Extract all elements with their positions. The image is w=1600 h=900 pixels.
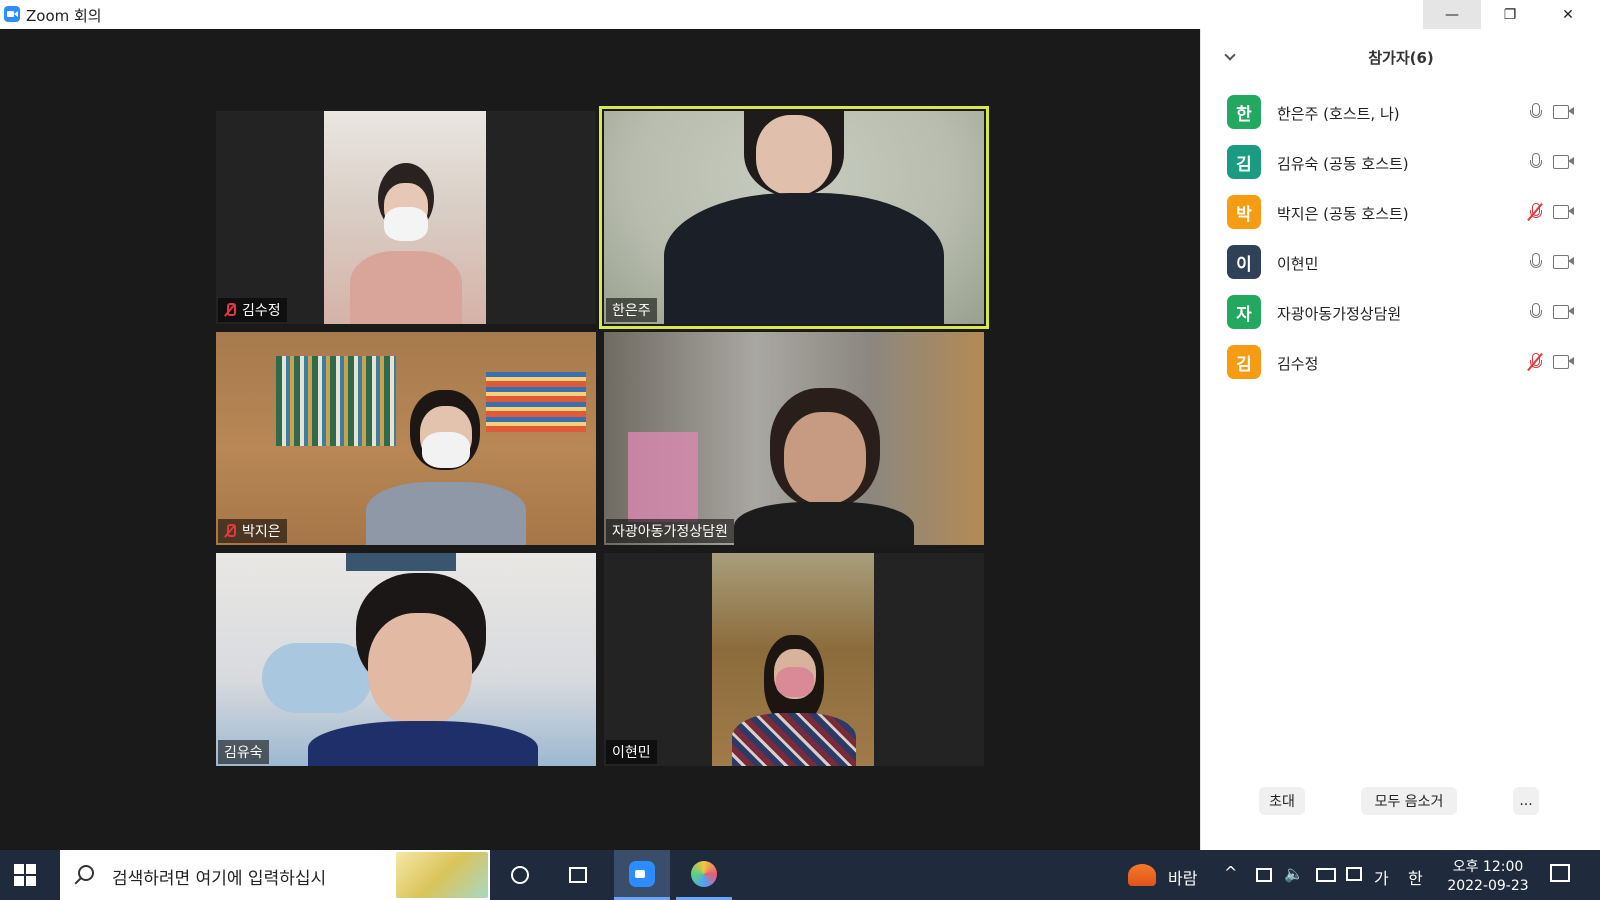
paint-app-icon	[691, 860, 717, 887]
mic-icon[interactable]	[1529, 153, 1542, 171]
windows-taskbar: 검색하려면 여기에 입력하십시 바람 ^ 🔈 가 한 오후 12:00 2022…	[0, 850, 1600, 900]
window-title: Zoom 회의	[26, 7, 102, 25]
video-tile[interactable]: 김수정	[216, 111, 596, 324]
task-view-icon	[569, 867, 587, 883]
battery-icon[interactable]	[1316, 868, 1336, 882]
camera-icon[interactable]	[1553, 105, 1575, 119]
search-placeholder: 검색하려면 여기에 입력하십시	[112, 869, 327, 889]
avatar: 자	[1227, 295, 1261, 329]
participant-row[interactable]: 이 이현민	[1201, 239, 1600, 289]
clock-date[interactable]: 2022-09-23	[1443, 878, 1533, 894]
participant-name-tag: 박지은	[218, 519, 287, 543]
participant-row[interactable]: 김 김수정	[1201, 339, 1600, 389]
mic-muted-icon	[224, 524, 236, 538]
meet-now-icon[interactable]	[1256, 868, 1272, 882]
weather-icon[interactable]	[1128, 864, 1156, 886]
network-icon[interactable]	[1346, 867, 1362, 881]
participant-video-feed	[216, 553, 596, 766]
video-tile[interactable]: 박지은	[216, 332, 596, 545]
video-gallery: 김수정 한은주 박지은 자광아동가정상담원 김유숙 이현민	[0, 29, 1200, 850]
mic-muted-icon[interactable]	[1527, 352, 1543, 372]
camera-icon[interactable]	[1553, 355, 1575, 369]
avatar: 한	[1227, 95, 1261, 129]
minimize-button[interactable]: —	[1423, 0, 1481, 29]
mic-icon[interactable]	[1529, 253, 1542, 271]
ime-mode[interactable]: 가	[1374, 865, 1389, 889]
camera-icon[interactable]	[1553, 155, 1575, 169]
close-button[interactable]: ✕	[1539, 0, 1597, 29]
cortana-icon	[511, 866, 529, 884]
invite-button[interactable]: 초대	[1259, 787, 1305, 815]
participant-video-feed	[604, 332, 984, 545]
video-tile-active-speaker[interactable]: 한은주	[599, 106, 989, 329]
mic-icon[interactable]	[1529, 303, 1542, 321]
mic-muted-icon	[224, 303, 236, 317]
volume-icon[interactable]: 🔈	[1284, 864, 1304, 883]
participant-row[interactable]: 김 김유숙 (공동 호스트)	[1201, 139, 1600, 189]
participant-video-feed	[712, 553, 874, 766]
participant-name-tag: 김유숙	[218, 740, 269, 764]
participant-video-feed	[216, 332, 596, 545]
participant-list-name: 이현민	[1277, 255, 1319, 273]
more-button[interactable]: ...	[1513, 787, 1539, 815]
video-tile[interactable]: 김유숙	[216, 553, 596, 766]
participant-row[interactable]: 한 한은주 (호스트, 나)	[1201, 89, 1600, 139]
participant-name: 자광아동가정상담원	[612, 524, 728, 540]
participant-video-feed	[604, 111, 984, 324]
search-highlight-image	[396, 852, 488, 898]
participants-panel: 참가자(6) 한 한은주 (호스트, 나) 김 김유숙 (공동 호스트) 박 박…	[1200, 29, 1600, 850]
avatar: 박	[1227, 195, 1261, 229]
search-icon	[78, 865, 94, 881]
zoom-logo-icon	[4, 6, 20, 22]
chevron-up-icon[interactable]: ^	[1224, 863, 1237, 882]
participant-name-tag: 한은주	[606, 298, 657, 322]
mute-all-button[interactable]: 모두 음소거	[1361, 787, 1457, 815]
participants-header: 참가자(6)	[1368, 49, 1434, 67]
task-view-button[interactable]	[550, 850, 606, 900]
weather-text[interactable]: 바람	[1168, 865, 1197, 889]
mic-muted-icon[interactable]	[1527, 202, 1543, 222]
participant-name-tag: 김수정	[218, 298, 287, 322]
camera-icon[interactable]	[1553, 205, 1575, 219]
maximize-button[interactable]: ❐	[1481, 0, 1539, 29]
participant-row[interactable]: 자 자광아동가정상담원	[1201, 289, 1600, 339]
participant-list-name: 김수정	[1277, 355, 1319, 373]
cortana-button[interactable]	[492, 850, 548, 900]
avatar: 김	[1227, 345, 1261, 379]
participant-row[interactable]: 박 박지은 (공동 호스트)	[1201, 189, 1600, 239]
participant-name: 이현민	[612, 745, 651, 761]
video-tile[interactable]: 이현민	[604, 553, 984, 766]
zoom-app-icon	[629, 860, 655, 887]
avatar: 김	[1227, 145, 1261, 179]
participant-name: 김유숙	[224, 745, 263, 761]
camera-icon[interactable]	[1553, 305, 1575, 319]
zoom-window: Zoom 회의 — ❐ ✕ 김수정 한은주 박지은 자광아동가정상담원 김유숙 …	[0, 0, 1600, 900]
participant-list-name: 한은주 (호스트, 나)	[1277, 105, 1400, 123]
mic-icon[interactable]	[1529, 103, 1542, 121]
participant-list-name: 자광아동가정상담원	[1277, 305, 1402, 323]
video-tile[interactable]: 자광아동가정상담원	[604, 332, 984, 545]
avatar: 이	[1227, 245, 1261, 279]
participant-name: 한은주	[612, 303, 651, 319]
taskbar-search-box[interactable]: 검색하려면 여기에 입력하십시	[60, 850, 490, 900]
windows-start-icon[interactable]	[14, 864, 36, 886]
clock-time[interactable]: 오후 12:00	[1443, 856, 1533, 876]
ime-language[interactable]: 한	[1408, 865, 1423, 889]
participant-list-name: 박지은 (공동 호스트)	[1277, 205, 1409, 223]
participant-list-name: 김유숙 (공동 호스트)	[1277, 155, 1409, 173]
participant-name: 김수정	[242, 303, 281, 319]
participant-name-tag: 이현민	[606, 740, 657, 764]
camera-icon[interactable]	[1553, 255, 1575, 269]
participant-name-tag: 자광아동가정상담원	[606, 519, 734, 543]
title-bar: Zoom 회의 — ❐ ✕	[0, 0, 1600, 29]
taskbar-zoom-app[interactable]	[614, 850, 670, 900]
participant-video-feed	[324, 111, 486, 324]
participant-name: 박지은	[242, 524, 281, 540]
notification-icon[interactable]	[1550, 864, 1570, 882]
taskbar-paint-app[interactable]	[676, 850, 732, 900]
